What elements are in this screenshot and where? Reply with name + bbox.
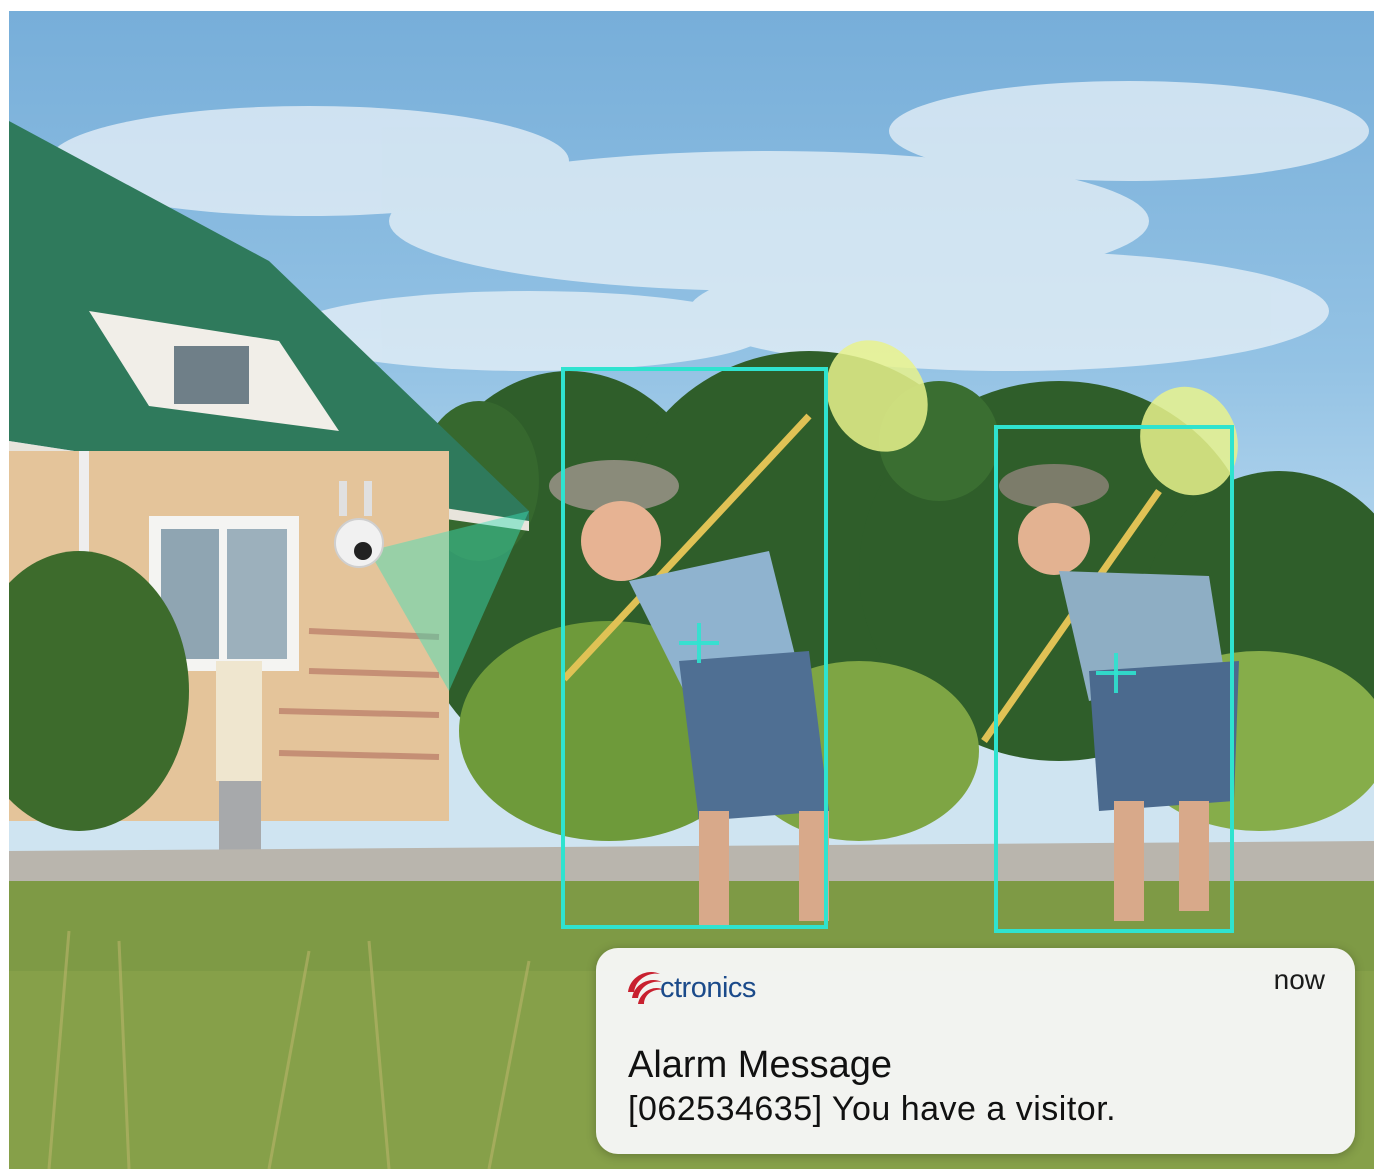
detection-box-left [561,367,828,929]
notification-message: [062534635] You have a visitor. [628,1090,1117,1128]
notification-time: now [1273,964,1325,995]
alarm-notification[interactable]: ctronics now Alarm Message [062534635] Y… [596,948,1355,1154]
detection-box-right [994,425,1234,933]
brand-name: ctronics [660,972,756,1004]
notification-title: Alarm Message [628,1044,892,1086]
